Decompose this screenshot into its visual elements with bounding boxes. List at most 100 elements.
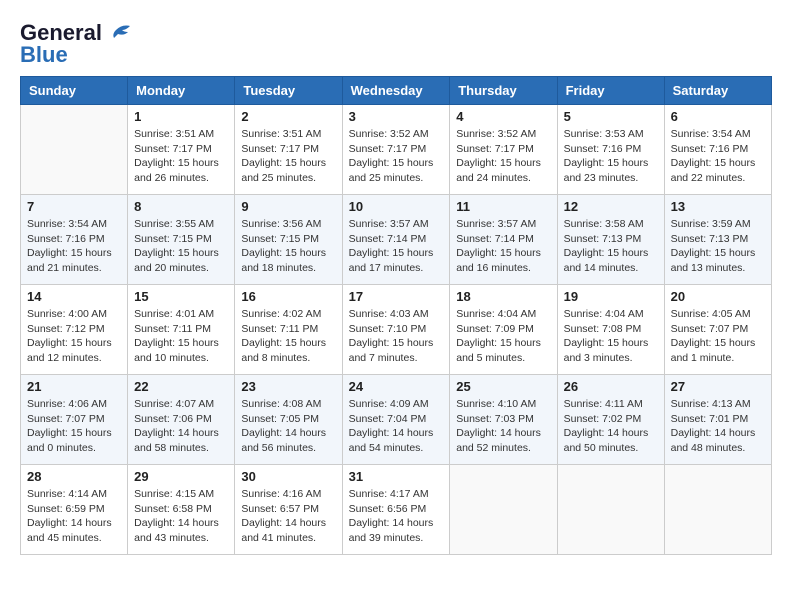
day-number: 29 [134, 469, 228, 484]
day-number: 30 [241, 469, 335, 484]
day-number: 7 [27, 199, 121, 214]
day-info: Sunrise: 4:02 AMSunset: 7:11 PMDaylight:… [241, 307, 335, 366]
calendar-cell: 13 Sunrise: 3:59 AMSunset: 7:13 PMDayligh… [664, 195, 771, 285]
day-number: 28 [27, 469, 121, 484]
day-number: 22 [134, 379, 228, 394]
day-info: Sunrise: 4:06 AMSunset: 7:07 PMDaylight:… [27, 397, 121, 456]
day-info: Sunrise: 3:51 AMSunset: 7:17 PMDaylight:… [241, 127, 335, 186]
calendar-header-thursday: Thursday [450, 77, 557, 105]
calendar-cell: 2 Sunrise: 3:51 AMSunset: 7:17 PMDaylight… [235, 105, 342, 195]
calendar-cell: 30 Sunrise: 4:16 AMSunset: 6:57 PMDayligh… [235, 465, 342, 555]
calendar-cell: 8 Sunrise: 3:55 AMSunset: 7:15 PMDaylight… [128, 195, 235, 285]
day-info: Sunrise: 3:53 AMSunset: 7:16 PMDaylight:… [564, 127, 658, 186]
calendar-cell: 23Sunrise: 4:08 AMSunset: 7:05 PMDayligh… [235, 375, 342, 465]
calendar-cell [557, 465, 664, 555]
calendar-cell: 4 Sunrise: 3:52 AMSunset: 7:17 PMDaylight… [450, 105, 557, 195]
day-number: 13 [671, 199, 765, 214]
day-number: 8 [134, 199, 228, 214]
calendar-cell: 16 Sunrise: 4:02 AMSunset: 7:11 PMDayligh… [235, 285, 342, 375]
day-number: 27 [671, 379, 765, 394]
calendar-cell: 5Sunrise: 3:53 AMSunset: 7:16 PMDaylight… [557, 105, 664, 195]
day-info: Sunrise: 3:55 AMSunset: 7:15 PMDaylight:… [134, 217, 228, 276]
day-number: 6 [671, 109, 765, 124]
day-number: 1 [134, 109, 228, 124]
calendar-week-row: 28 Sunrise: 4:14 AMSunset: 6:59 PMDayligh… [21, 465, 772, 555]
logo-bird-icon [106, 22, 134, 44]
calendar-header-friday: Friday [557, 77, 664, 105]
day-number: 14 [27, 289, 121, 304]
calendar-week-row: 7 Sunrise: 3:54 AMSunset: 7:16 PMDaylight… [21, 195, 772, 285]
calendar-cell [664, 465, 771, 555]
day-number: 9 [241, 199, 335, 214]
calendar-cell: 14 Sunrise: 4:00 AMSunset: 7:12 PMDayligh… [21, 285, 128, 375]
day-number: 31 [349, 469, 444, 484]
calendar-cell: 22 Sunrise: 4:07 AMSunset: 7:06 PMDayligh… [128, 375, 235, 465]
day-info: Sunrise: 3:52 AMSunset: 7:17 PMDaylight:… [456, 127, 550, 186]
calendar-cell: 17 Sunrise: 4:03 AMSunset: 7:10 PMDayligh… [342, 285, 450, 375]
calendar-header-saturday: Saturday [664, 77, 771, 105]
calendar-header-wednesday: Wednesday [342, 77, 450, 105]
day-number: 17 [349, 289, 444, 304]
day-info: Sunrise: 4:13 AMSunset: 7:01 PMDaylight:… [671, 397, 765, 456]
calendar-cell: 15 Sunrise: 4:01 AMSunset: 7:11 PMDayligh… [128, 285, 235, 375]
day-info: Sunrise: 4:00 AMSunset: 7:12 PMDaylight:… [27, 307, 121, 366]
day-info: Sunrise: 4:05 AMSunset: 7:07 PMDaylight:… [671, 307, 765, 366]
day-number: 16 [241, 289, 335, 304]
calendar-cell: 28 Sunrise: 4:14 AMSunset: 6:59 PMDayligh… [21, 465, 128, 555]
calendar-week-row: 1 Sunrise: 3:51 AMSunset: 7:17 PMDaylight… [21, 105, 772, 195]
day-info: Sunrise: 3:56 AMSunset: 7:15 PMDaylight:… [241, 217, 335, 276]
day-info: Sunrise: 4:10 AMSunset: 7:03 PMDaylight:… [456, 397, 550, 456]
day-info: Sunrise: 4:01 AMSunset: 7:11 PMDaylight:… [134, 307, 228, 366]
page-header: General Blue [20, 20, 772, 68]
calendar-cell: 12 Sunrise: 3:58 AMSunset: 7:13 PMDayligh… [557, 195, 664, 285]
calendar-header-monday: Monday [128, 77, 235, 105]
calendar-cell: 24Sunrise: 4:09 AMSunset: 7:04 PMDayligh… [342, 375, 450, 465]
logo-text-blue: Blue [20, 42, 68, 68]
day-info: Sunrise: 4:15 AMSunset: 6:58 PMDaylight:… [134, 487, 228, 546]
calendar-cell: 19 Sunrise: 4:04 AMSunset: 7:08 PMDayligh… [557, 285, 664, 375]
day-info: Sunrise: 4:14 AMSunset: 6:59 PMDaylight:… [27, 487, 121, 546]
day-info: Sunrise: 3:54 AMSunset: 7:16 PMDaylight:… [671, 127, 765, 186]
day-number: 21 [27, 379, 121, 394]
calendar-cell: 11 Sunrise: 3:57 AMSunset: 7:14 PMDayligh… [450, 195, 557, 285]
day-info: Sunrise: 3:57 AMSunset: 7:14 PMDaylight:… [349, 217, 444, 276]
day-number: 18 [456, 289, 550, 304]
day-number: 12 [564, 199, 658, 214]
day-info: Sunrise: 3:59 AMSunset: 7:13 PMDaylight:… [671, 217, 765, 276]
calendar-cell: 1 Sunrise: 3:51 AMSunset: 7:17 PMDaylight… [128, 105, 235, 195]
calendar-cell: 31 Sunrise: 4:17 AMSunset: 6:56 PMDayligh… [342, 465, 450, 555]
calendar-cell: 10 Sunrise: 3:57 AMSunset: 7:14 PMDayligh… [342, 195, 450, 285]
day-info: Sunrise: 4:03 AMSunset: 7:10 PMDaylight:… [349, 307, 444, 366]
day-number: 26 [564, 379, 658, 394]
day-number: 3 [349, 109, 444, 124]
calendar-cell: 29 Sunrise: 4:15 AMSunset: 6:58 PMDayligh… [128, 465, 235, 555]
calendar-cell: 20 Sunrise: 4:05 AMSunset: 7:07 PMDayligh… [664, 285, 771, 375]
calendar-cell: 21 Sunrise: 4:06 AMSunset: 7:07 PMDayligh… [21, 375, 128, 465]
day-number: 10 [349, 199, 444, 214]
day-info: Sunrise: 3:54 AMSunset: 7:16 PMDaylight:… [27, 217, 121, 276]
day-number: 15 [134, 289, 228, 304]
day-info: Sunrise: 4:11 AMSunset: 7:02 PMDaylight:… [564, 397, 658, 456]
day-info: Sunrise: 4:04 AMSunset: 7:08 PMDaylight:… [564, 307, 658, 366]
calendar-week-row: 21 Sunrise: 4:06 AMSunset: 7:07 PMDayligh… [21, 375, 772, 465]
day-info: Sunrise: 4:16 AMSunset: 6:57 PMDaylight:… [241, 487, 335, 546]
calendar-cell [21, 105, 128, 195]
calendar-cell: 26 Sunrise: 4:11 AMSunset: 7:02 PMDayligh… [557, 375, 664, 465]
day-number: 4 [456, 109, 550, 124]
day-info: Sunrise: 4:08 AMSunset: 7:05 PMDaylight:… [241, 397, 335, 456]
calendar-week-row: 14 Sunrise: 4:00 AMSunset: 7:12 PMDayligh… [21, 285, 772, 375]
day-info: Sunrise: 4:04 AMSunset: 7:09 PMDaylight:… [456, 307, 550, 366]
day-number: 20 [671, 289, 765, 304]
day-info: Sunrise: 3:51 AMSunset: 7:17 PMDaylight:… [134, 127, 228, 186]
day-info: Sunrise: 3:57 AMSunset: 7:14 PMDaylight:… [456, 217, 550, 276]
calendar-cell: 6 Sunrise: 3:54 AMSunset: 7:16 PMDaylight… [664, 105, 771, 195]
day-info: Sunrise: 4:17 AMSunset: 6:56 PMDaylight:… [349, 487, 444, 546]
day-number: 24 [349, 379, 444, 394]
day-number: 2 [241, 109, 335, 124]
day-info: Sunrise: 3:58 AMSunset: 7:13 PMDaylight:… [564, 217, 658, 276]
calendar-table: SundayMondayTuesdayWednesdayThursdayFrid… [20, 76, 772, 555]
day-number: 19 [564, 289, 658, 304]
day-number: 11 [456, 199, 550, 214]
calendar-cell [450, 465, 557, 555]
day-info: Sunrise: 4:07 AMSunset: 7:06 PMDaylight:… [134, 397, 228, 456]
